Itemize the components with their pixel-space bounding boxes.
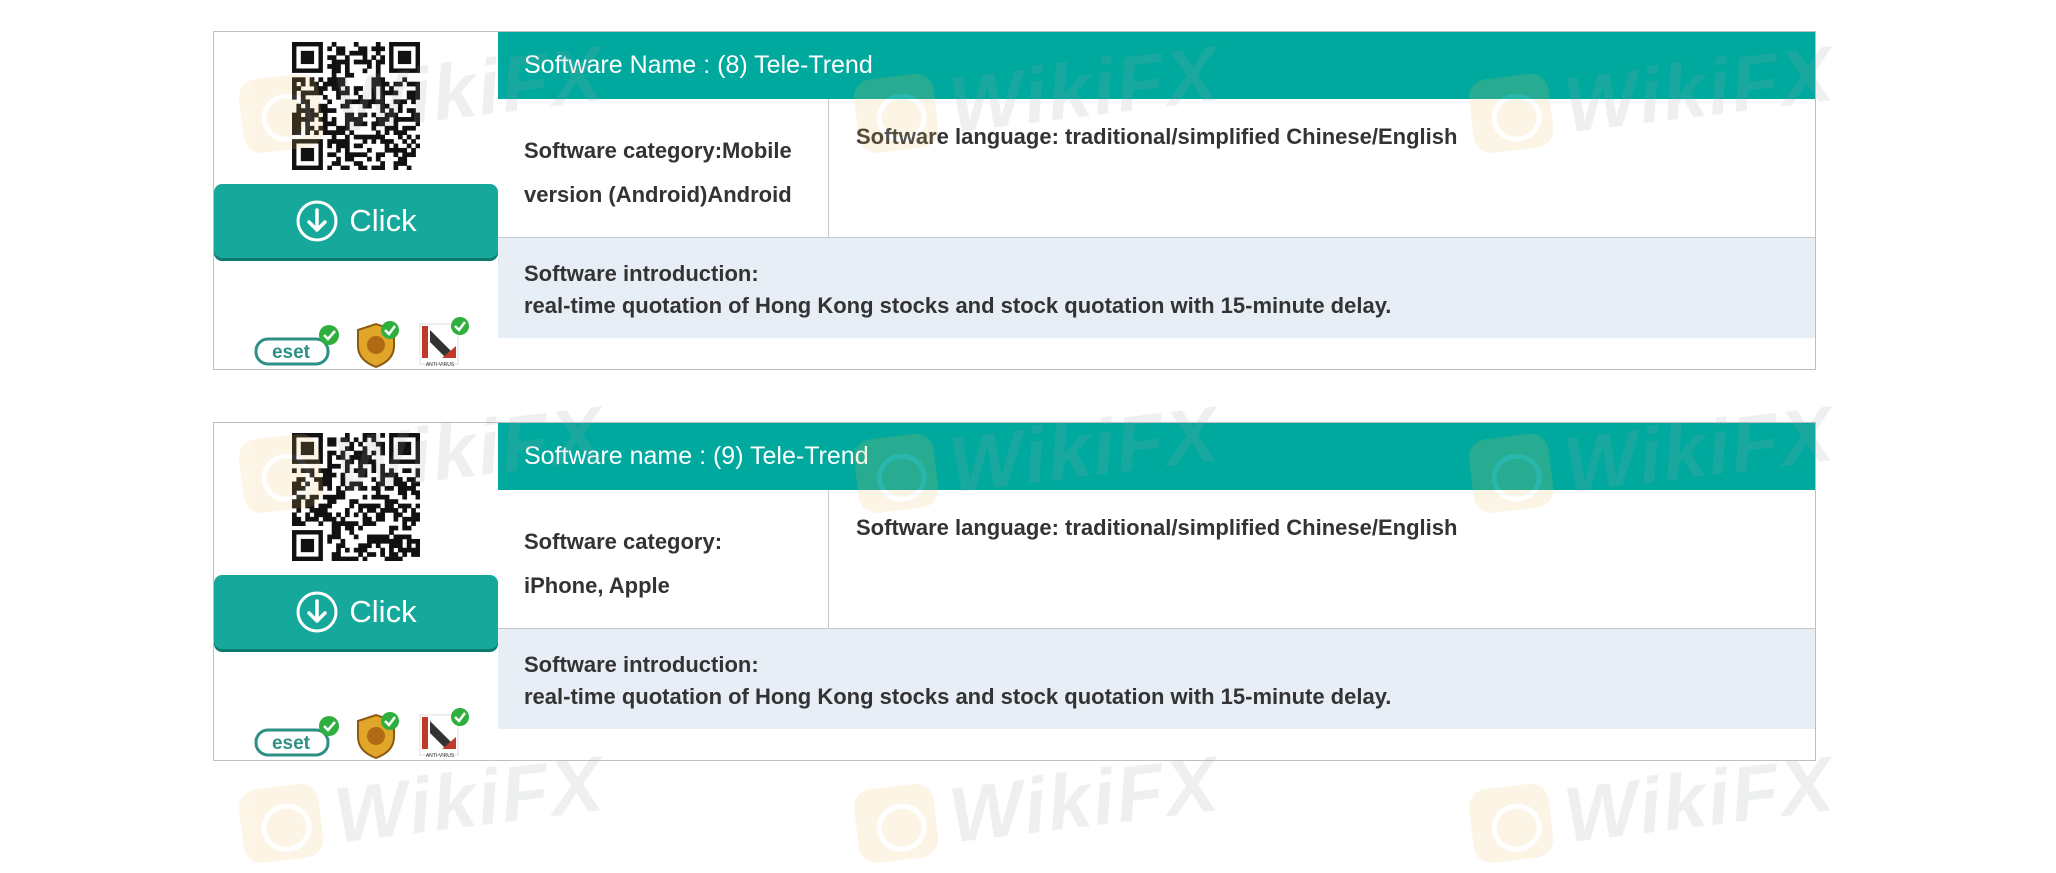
software-details-row: Software category:Mobile version (Androi… [498, 99, 1815, 238]
download-button[interactable]: Click [214, 184, 498, 258]
download-arrow-icon [296, 591, 338, 633]
svg-text:eset: eset [272, 733, 311, 754]
software-card-9: Click eset ANTI-VIRUS Software name: (9… [213, 422, 1816, 761]
download-button-label: Click [349, 594, 417, 629]
software-category-line1: Software category:Mobile [524, 138, 792, 163]
software-introduction-text: real-time quotation of Hong Kong stocks … [524, 293, 1392, 318]
software-info: Software name : (9) Tele-Trend Software … [498, 423, 1815, 760]
qr-code-icon [292, 433, 420, 561]
shield-lion-badge-icon [357, 712, 399, 759]
software-category-line2: iPhone, Apple [524, 573, 670, 598]
software-introduction: Software introduction: real-time quotati… [498, 629, 1815, 729]
shield-lion-badge-icon [357, 321, 399, 368]
software-category: Software category: iPhone, Apple [498, 490, 829, 628]
download-arrow-icon [296, 200, 338, 242]
software-language: Software language: traditional/simplifie… [856, 124, 1458, 149]
software-category-line2: version (Android)Android [524, 182, 792, 207]
software-details-row: Software category: iPhone, Apple Softwar… [498, 490, 1815, 629]
download-panel: Click eset ANTI-VIRUS [214, 32, 498, 369]
svg-text:ANTI-VIRUS: ANTI-VIRUS [426, 362, 455, 368]
security-badges: eset ANTI-VIRUS [254, 707, 486, 759]
kaspersky-badge-icon: ANTI-VIRUS [419, 708, 469, 759]
software-category-line1: Software category: [524, 529, 723, 554]
eset-badge-icon: eset [254, 325, 339, 366]
svg-text:eset: eset [272, 342, 311, 363]
svg-text:ANTI-VIRUS: ANTI-VIRUS [426, 753, 455, 759]
software-info: Software Name : (8) Tele-Trend Software … [498, 32, 1815, 369]
download-panel: Click eset ANTI-VIRUS [214, 423, 498, 760]
download-button-label: Click [349, 203, 417, 238]
security-badges: eset ANTI-VIRUS [254, 316, 486, 368]
software-card-8: Click eset ANTI-VIRUS Software Name: (8… [213, 31, 1816, 370]
software-language: Software language: traditional/simplifie… [856, 515, 1458, 540]
software-name-header: Software Name : (8) Tele-Trend [498, 32, 1815, 99]
software-introduction: Software introduction: real-time quotati… [498, 238, 1815, 338]
software-category: Software category:Mobile version (Androi… [498, 99, 829, 237]
software-introduction-label: Software introduction: [524, 652, 759, 677]
software-introduction-label: Software introduction: [524, 261, 759, 286]
software-introduction-text: real-time quotation of Hong Kong stocks … [524, 684, 1392, 709]
eset-badge-icon: eset [254, 716, 339, 757]
qr-code-icon [292, 42, 420, 170]
kaspersky-badge-icon: ANTI-VIRUS [419, 317, 469, 368]
download-button[interactable]: Click [214, 575, 498, 649]
software-name-header: Software name : (9) Tele-Trend [498, 423, 1815, 490]
